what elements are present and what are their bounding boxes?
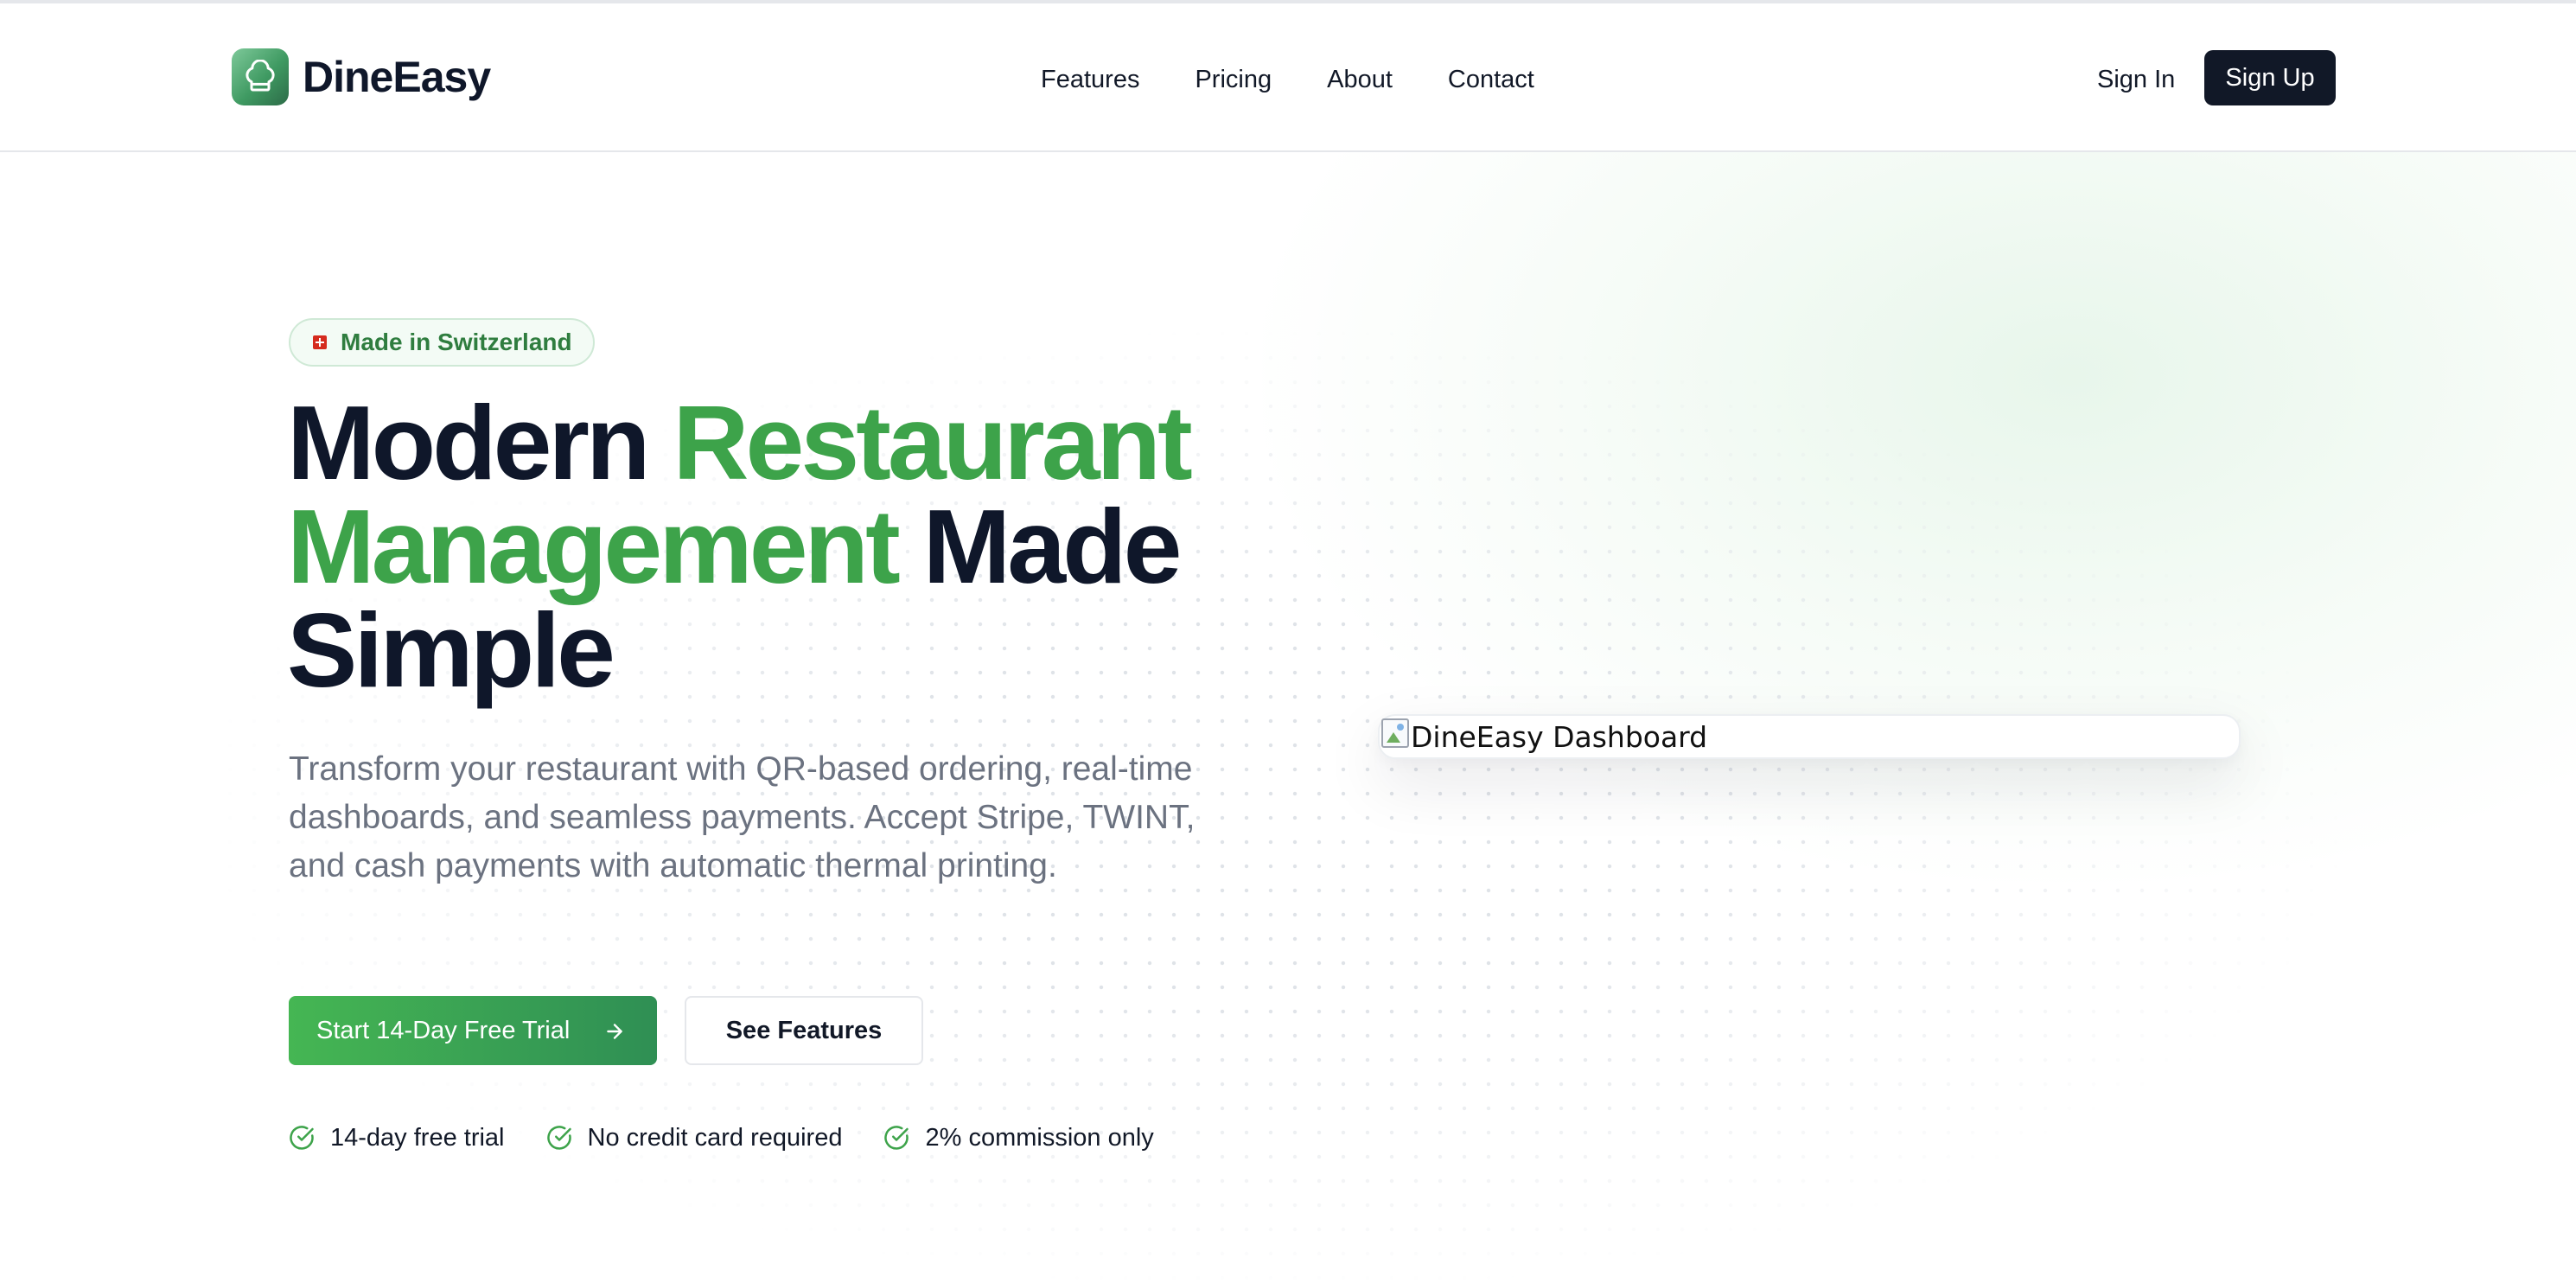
check-circle-icon xyxy=(884,1126,909,1150)
headline-line-1: Modern Restaurant xyxy=(287,390,1324,495)
check-circle-icon xyxy=(546,1126,571,1150)
chef-hat-icon xyxy=(232,48,289,105)
perk-item: 14-day free trial xyxy=(289,1124,505,1152)
see-features-button[interactable]: See Features xyxy=(685,996,923,1065)
swiss-flag-icon xyxy=(313,335,327,349)
site-header: DineEasy Features Pricing About Contact … xyxy=(0,0,2576,152)
logo-link[interactable]: DineEasy xyxy=(232,47,491,107)
sign-up-button[interactable]: Sign Up xyxy=(2204,50,2336,105)
headline-line-2: Management Made xyxy=(287,494,1324,599)
perk-item: 2% commission only xyxy=(883,1123,1154,1152)
perk-label: 14-day free trial xyxy=(330,1123,505,1152)
brand-name: DineEasy xyxy=(303,53,491,101)
hero-headline: Modern Restaurant Management Made Simple xyxy=(287,390,1324,703)
start-free-trial-button[interactable]: Start 14-Day Free Trial xyxy=(289,996,657,1065)
hero-subtitle: Transform your restaurant with QR-based … xyxy=(289,750,1196,884)
badge-text: Made in Switzerland xyxy=(341,329,572,355)
headline-made: Made xyxy=(896,488,1183,605)
perk-label: No credit card required xyxy=(587,1123,843,1152)
check-circle-icon xyxy=(290,1126,314,1150)
perks-list: 14-day free trial No credit card require… xyxy=(289,1122,1196,1153)
nav-link-pricing[interactable]: Pricing xyxy=(1195,66,1272,94)
made-in-switzerland-badge: Made in Switzerland xyxy=(289,318,595,367)
nav-link-contact[interactable]: Contact xyxy=(1448,66,1534,94)
headline-line-3: Simple xyxy=(287,597,1324,703)
headline-management: Management xyxy=(287,488,901,605)
sign-in-link[interactable]: Sign In xyxy=(2097,62,2175,97)
page: DineEasy Features Pricing About Contact … xyxy=(0,0,2576,1283)
headline-simple: Simple xyxy=(287,591,615,709)
perk-item: No credit card required xyxy=(546,1123,843,1152)
arrow-right-icon xyxy=(607,1024,622,1039)
main-nav: Features Pricing About Contact xyxy=(1041,62,1590,97)
nav-link-about[interactable]: About xyxy=(1327,66,1393,94)
broken-image-icon xyxy=(1381,718,1409,748)
headline-modern: Modern xyxy=(287,384,673,501)
start-free-trial-label: Start 14-Day Free Trial xyxy=(316,1016,571,1044)
perk-label: 2% commission only xyxy=(925,1123,1154,1152)
nav-link-features[interactable]: Features xyxy=(1041,66,1139,94)
dashboard-image-alt-text: DineEasy Dashboard xyxy=(1411,719,1708,754)
dashboard-image-frame: DineEasy Dashboard xyxy=(1378,714,2241,759)
headline-restaurant: Restaurant xyxy=(673,384,1192,501)
